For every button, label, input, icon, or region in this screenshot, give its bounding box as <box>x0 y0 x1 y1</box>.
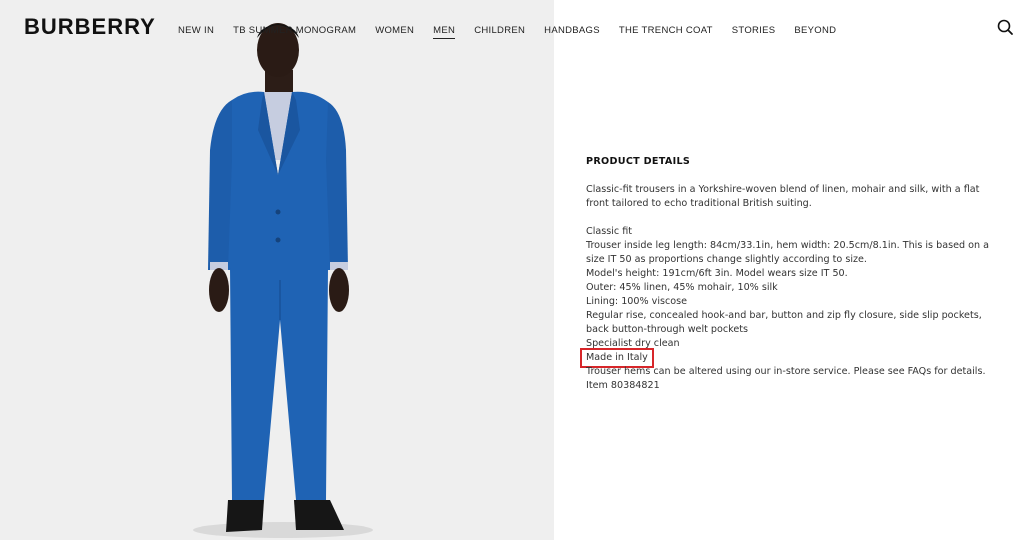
search-icon <box>997 19 1013 35</box>
product-description: Classic-fit trousers in a Yorkshire-wove… <box>586 184 980 209</box>
nav-item-tb-summer-monogram[interactable]: TB SUMMER MONOGRAM <box>233 25 356 39</box>
site-header: BURBERRY NEW IN TB SUMMER MONOGRAM WOMEN… <box>0 0 1024 60</box>
main-navigation: NEW IN TB SUMMER MONOGRAM WOMEN MEN CHIL… <box>178 25 855 39</box>
detail-line-origin: Made in Italy <box>580 348 996 368</box>
detail-line-item-number: Item 80384821 <box>586 380 660 391</box>
detail-line-care: Specialist dry clean <box>586 338 680 349</box>
model-in-blue-suit-illustration <box>0 0 554 540</box>
nav-item-handbags[interactable]: HANDBAGS <box>544 25 600 39</box>
detail-line-model-size: Model's height: 191cm/6ft 3in. Model wea… <box>586 268 848 279</box>
nav-item-men[interactable]: MEN <box>433 25 456 39</box>
detail-line-fit: Classic fit <box>586 226 633 237</box>
product-page: BURBERRY NEW IN TB SUMMER MONOGRAM WOMEN… <box>0 0 1024 540</box>
nav-item-the-trench-coat[interactable]: THE TRENCH COAT <box>619 25 713 39</box>
product-details-section: PRODUCT DETAILS Classic-fit trousers in … <box>580 155 996 393</box>
nav-item-beyond[interactable]: BEYOND <box>794 25 836 39</box>
nav-item-women[interactable]: WOMEN <box>375 25 414 39</box>
nav-item-stories[interactable]: STORIES <box>732 25 776 39</box>
product-image[interactable] <box>0 0 554 540</box>
highlighted-made-in-italy: Made in Italy <box>580 348 654 368</box>
detail-line-construction: Regular rise, concealed hook-and bar, bu… <box>586 310 982 335</box>
nav-item-children[interactable]: CHILDREN <box>474 25 525 39</box>
detail-line-alterations: Trouser hems can be altered using our in… <box>586 366 986 377</box>
detail-line-measurements: Trouser inside leg length: 84cm/33.1in, … <box>586 240 989 265</box>
search-button[interactable] <box>996 18 1016 38</box>
brand-logo[interactable]: BURBERRY <box>24 14 156 40</box>
product-details-title: PRODUCT DETAILS <box>586 156 691 167</box>
nav-item-new-in[interactable]: NEW IN <box>178 25 214 39</box>
detail-line-outer-fabric: Outer: 45% linen, 45% mohair, 10% silk <box>586 282 778 293</box>
detail-line-lining: Lining: 100% viscose <box>586 296 688 307</box>
